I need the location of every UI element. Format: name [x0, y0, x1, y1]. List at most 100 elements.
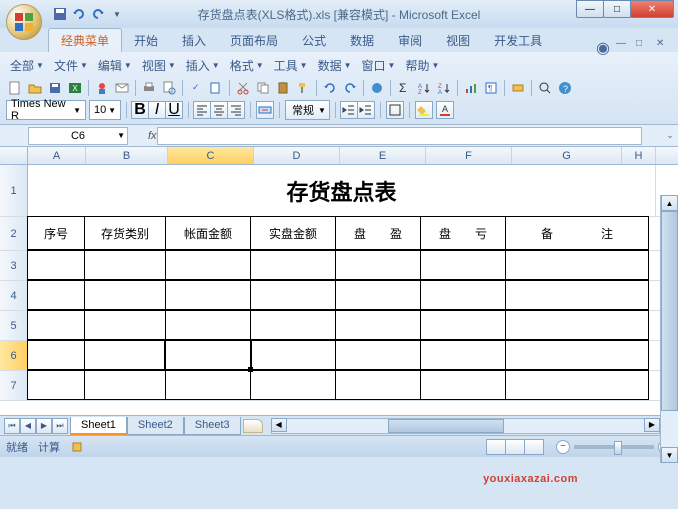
print-icon[interactable] [140, 79, 158, 97]
cell-f7[interactable] [420, 370, 506, 400]
row-header-5[interactable]: 5 [0, 311, 28, 340]
tab-developer[interactable]: 开发工具 [482, 29, 554, 52]
cell-b6[interactable] [84, 340, 166, 370]
help-icon[interactable]: ? [556, 79, 574, 97]
select-all-corner[interactable] [0, 147, 28, 164]
cut-icon[interactable] [234, 79, 252, 97]
cell-a5[interactable] [27, 310, 85, 340]
increase-indent-icon[interactable] [357, 101, 375, 119]
menu-edit[interactable]: 编辑▼ [94, 55, 136, 76]
tab-formulas[interactable]: 公式 [290, 29, 338, 52]
row-header-1[interactable]: 1 [0, 165, 28, 216]
font-name-combo[interactable]: Times New R▼ [6, 100, 86, 120]
drawing-icon[interactable] [509, 79, 527, 97]
hyperlink-icon[interactable] [368, 79, 386, 97]
cell-g4[interactable] [505, 280, 649, 310]
cell-d5[interactable] [250, 310, 336, 340]
view-page-layout-button[interactable] [505, 439, 525, 455]
font-size-combo[interactable]: 10▼ [89, 100, 121, 120]
row-header-3[interactable]: 3 [0, 251, 28, 280]
col-header-h[interactable]: H [622, 147, 656, 164]
cell-a2[interactable]: 序号 [27, 216, 85, 250]
cell-c5[interactable] [165, 310, 251, 340]
col-header-d[interactable]: D [254, 147, 340, 164]
cell-f5[interactable] [420, 310, 506, 340]
tab-view[interactable]: 视图 [434, 29, 482, 52]
cell-a3[interactable] [27, 250, 85, 280]
cell-d7[interactable] [250, 370, 336, 400]
tab-page-layout[interactable]: 页面布局 [218, 29, 290, 52]
vscroll-thumb[interactable] [661, 211, 678, 411]
cell-a4[interactable] [27, 280, 85, 310]
hscroll-thumb[interactable] [388, 419, 504, 433]
menu-file[interactable]: 文件▼ [50, 55, 92, 76]
menu-format[interactable]: 格式▼ [226, 55, 268, 76]
row-header-2[interactable]: 2 [0, 217, 28, 250]
sort-asc-icon[interactable]: AZ [415, 79, 433, 97]
cell-d3[interactable] [250, 250, 336, 280]
formula-input[interactable] [157, 127, 642, 145]
merge-cells-icon[interactable] [256, 101, 274, 119]
menu-all[interactable]: 全部▼ [6, 55, 48, 76]
col-header-e[interactable]: E [340, 147, 426, 164]
cell-e6[interactable] [335, 340, 421, 370]
open-icon[interactable] [26, 79, 44, 97]
sheet-nav-prev[interactable]: ◀ [20, 418, 36, 434]
show-formula-icon[interactable]: ¶ [482, 79, 500, 97]
cell-d6[interactable] [250, 340, 336, 370]
cell-g2[interactable]: 备 注 [505, 216, 649, 250]
cell-c2[interactable]: 帐面金额 [165, 216, 251, 250]
minimize-button[interactable]: — [576, 0, 604, 18]
cell-g7[interactable] [505, 370, 649, 400]
cell-a6[interactable] [27, 340, 85, 370]
cell-f6[interactable] [420, 340, 506, 370]
sort-desc-icon[interactable]: ZA [435, 79, 453, 97]
scroll-right-button[interactable]: ▶ [644, 418, 660, 432]
qat-dropdown-icon[interactable]: ▼ [109, 6, 125, 22]
bold-button[interactable]: B [131, 101, 149, 119]
sheet-tab-1[interactable]: Sheet1 [70, 417, 127, 435]
chart-icon[interactable] [462, 79, 480, 97]
formula-bar-expand-icon[interactable]: ⌄ [662, 130, 678, 141]
cell-c7[interactable] [165, 370, 251, 400]
redo-icon[interactable] [341, 79, 359, 97]
cell-b3[interactable] [84, 250, 166, 280]
sheet-nav-last[interactable]: ⏭ [52, 418, 68, 434]
row-header-4[interactable]: 4 [0, 281, 28, 310]
save-icon[interactable] [52, 6, 68, 22]
format-painter-icon[interactable] [294, 79, 312, 97]
col-header-g[interactable]: G [512, 147, 622, 164]
research-icon[interactable] [207, 79, 225, 97]
col-header-b[interactable]: B [86, 147, 168, 164]
maximize-button[interactable]: □ [603, 0, 631, 18]
view-normal-button[interactable] [486, 439, 506, 455]
cell-c3[interactable] [165, 250, 251, 280]
ribbon-close-icon[interactable]: ✕ [656, 38, 670, 52]
col-header-f[interactable]: F [426, 147, 512, 164]
ribbon-restore-icon[interactable]: □ [636, 38, 650, 52]
zoom-slider[interactable] [574, 445, 654, 449]
menu-view[interactable]: 视图▼ [138, 55, 180, 76]
tab-review[interactable]: 审阅 [386, 29, 434, 52]
align-left-icon[interactable] [193, 101, 211, 119]
save-icon[interactable] [46, 79, 64, 97]
cell-b2[interactable]: 存货类别 [84, 216, 166, 250]
fx-icon[interactable]: fx [148, 130, 157, 142]
col-header-a[interactable]: A [28, 147, 86, 164]
cell-g3[interactable] [505, 250, 649, 280]
cell-d2[interactable]: 实盘金额 [250, 216, 336, 250]
decrease-indent-icon[interactable] [340, 101, 358, 119]
menu-window[interactable]: 窗口▼ [358, 55, 400, 76]
tab-classic-menu[interactable]: 经典菜单 [48, 28, 122, 52]
cell-d4[interactable] [250, 280, 336, 310]
number-format-combo[interactable]: 常规▼ [285, 100, 330, 120]
copy-icon[interactable] [254, 79, 272, 97]
print-preview-icon[interactable] [160, 79, 178, 97]
autosum-icon[interactable]: Σ [395, 79, 413, 97]
scroll-down-button[interactable]: ▼ [661, 447, 678, 463]
permission-icon[interactable] [93, 79, 111, 97]
scroll-up-button[interactable]: ▲ [661, 195, 678, 211]
italic-button[interactable]: I [148, 101, 166, 119]
tab-data[interactable]: 数据 [338, 29, 386, 52]
cell-g6[interactable] [505, 340, 649, 370]
